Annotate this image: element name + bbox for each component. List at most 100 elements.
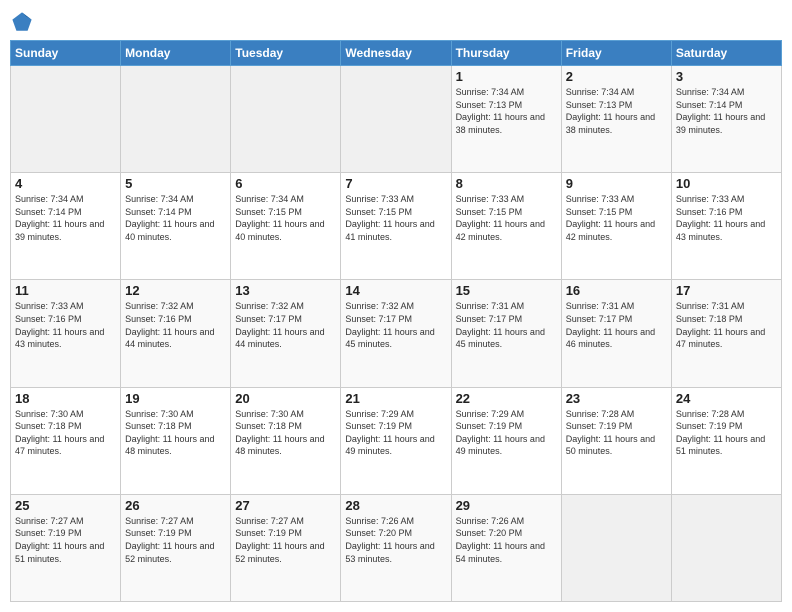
calendar-cell: 10 Sunrise: 7:33 AM Sunset: 7:16 PM Dayli… (671, 173, 781, 280)
day-number: 25 (15, 498, 116, 513)
calendar-cell: 2 Sunrise: 7:34 AM Sunset: 7:13 PM Daylig… (561, 66, 671, 173)
day-number: 24 (676, 391, 777, 406)
day-info: Sunrise: 7:32 AM Sunset: 7:17 PM Dayligh… (235, 300, 336, 350)
day-number: 16 (566, 283, 667, 298)
calendar-cell: 12 Sunrise: 7:32 AM Sunset: 7:16 PM Dayli… (121, 280, 231, 387)
header-row: SundayMondayTuesdayWednesdayThursdayFrid… (11, 41, 782, 66)
day-of-week-friday: Friday (561, 41, 671, 66)
day-info: Sunrise: 7:27 AM Sunset: 7:19 PM Dayligh… (235, 515, 336, 565)
day-info: Sunrise: 7:28 AM Sunset: 7:19 PM Dayligh… (676, 408, 777, 458)
calendar-body: 1 Sunrise: 7:34 AM Sunset: 7:13 PM Daylig… (11, 66, 782, 602)
page: SundayMondayTuesdayWednesdayThursdayFrid… (0, 0, 792, 612)
day-number: 2 (566, 69, 667, 84)
calendar-cell (11, 66, 121, 173)
calendar-cell: 9Sunrise: 7:33 AM Sunset: 7:15 PM Daylig… (561, 173, 671, 280)
calendar-cell: 23 Sunrise: 7:28 AM Sunset: 7:19 PM Dayli… (561, 387, 671, 494)
day-info: Sunrise: 7:29 AM Sunset: 7:19 PM Dayligh… (456, 408, 557, 458)
day-info: Sunrise: 7:34 AM Sunset: 7:15 PM Dayligh… (235, 193, 336, 243)
calendar-table: SundayMondayTuesdayWednesdayThursdayFrid… (10, 40, 782, 602)
calendar-cell: 14Sunrise: 7:32 AM Sunset: 7:17 PM Dayli… (341, 280, 451, 387)
calendar-cell: 27Sunrise: 7:27 AM Sunset: 7:19 PM Dayli… (231, 494, 341, 601)
day-number: 22 (456, 391, 557, 406)
day-number: 14 (345, 283, 446, 298)
day-number: 10 (676, 176, 777, 191)
calendar-cell (121, 66, 231, 173)
day-info: Sunrise: 7:33 AM Sunset: 7:15 PM Dayligh… (345, 193, 446, 243)
day-number: 5 (125, 176, 226, 191)
day-number: 11 (15, 283, 116, 298)
day-number: 1 (456, 69, 557, 84)
day-number: 13 (235, 283, 336, 298)
calendar-cell: 21Sunrise: 7:29 AM Sunset: 7:19 PM Dayli… (341, 387, 451, 494)
day-info: Sunrise: 7:33 AM Sunset: 7:16 PM Dayligh… (15, 300, 116, 350)
day-number: 6 (235, 176, 336, 191)
day-number: 29 (456, 498, 557, 513)
day-number: 8 (456, 176, 557, 191)
calendar-cell: 15 Sunrise: 7:31 AM Sunset: 7:17 PM Dayli… (451, 280, 561, 387)
calendar-cell (341, 66, 451, 173)
calendar-cell: 1 Sunrise: 7:34 AM Sunset: 7:13 PM Daylig… (451, 66, 561, 173)
day-info: Sunrise: 7:27 AM Sunset: 7:19 PM Dayligh… (15, 515, 116, 565)
calendar-cell (671, 494, 781, 601)
week-row-4: 25 Sunrise: 7:27 AM Sunset: 7:19 PM Dayli… (11, 494, 782, 601)
day-number: 23 (566, 391, 667, 406)
day-of-week-sunday: Sunday (11, 41, 121, 66)
logo (10, 10, 38, 34)
day-number: 12 (125, 283, 226, 298)
calendar-cell: 5 Sunrise: 7:34 AM Sunset: 7:14 PM Daylig… (121, 173, 231, 280)
day-info: Sunrise: 7:30 AM Sunset: 7:18 PM Dayligh… (15, 408, 116, 458)
day-info: Sunrise: 7:34 AM Sunset: 7:14 PM Dayligh… (125, 193, 226, 243)
day-number: 9 (566, 176, 667, 191)
day-info: Sunrise: 7:32 AM Sunset: 7:16 PM Dayligh… (125, 300, 226, 350)
calendar-cell: 11 Sunrise: 7:33 AM Sunset: 7:16 PM Dayli… (11, 280, 121, 387)
day-info: Sunrise: 7:26 AM Sunset: 7:20 PM Dayligh… (345, 515, 446, 565)
day-of-week-saturday: Saturday (671, 41, 781, 66)
day-info: Sunrise: 7:29 AM Sunset: 7:19 PM Dayligh… (345, 408, 446, 458)
day-of-week-monday: Monday (121, 41, 231, 66)
calendar-cell: 16 Sunrise: 7:31 AM Sunset: 7:17 PM Dayli… (561, 280, 671, 387)
day-info: Sunrise: 7:30 AM Sunset: 7:18 PM Dayligh… (235, 408, 336, 458)
day-number: 17 (676, 283, 777, 298)
day-of-week-wednesday: Wednesday (341, 41, 451, 66)
week-row-1: 4Sunrise: 7:34 AM Sunset: 7:14 PM Daylig… (11, 173, 782, 280)
day-info: Sunrise: 7:34 AM Sunset: 7:14 PM Dayligh… (676, 86, 777, 136)
day-info: Sunrise: 7:34 AM Sunset: 7:13 PM Dayligh… (456, 86, 557, 136)
day-info: Sunrise: 7:26 AM Sunset: 7:20 PM Dayligh… (456, 515, 557, 565)
day-info: Sunrise: 7:31 AM Sunset: 7:17 PM Dayligh… (456, 300, 557, 350)
day-info: Sunrise: 7:27 AM Sunset: 7:19 PM Dayligh… (125, 515, 226, 565)
calendar-cell (231, 66, 341, 173)
calendar-cell: 18 Sunrise: 7:30 AM Sunset: 7:18 PM Dayli… (11, 387, 121, 494)
calendar-cell: 4Sunrise: 7:34 AM Sunset: 7:14 PM Daylig… (11, 173, 121, 280)
day-number: 3 (676, 69, 777, 84)
header (10, 10, 782, 34)
day-number: 28 (345, 498, 446, 513)
day-number: 15 (456, 283, 557, 298)
day-number: 19 (125, 391, 226, 406)
day-info: Sunrise: 7:34 AM Sunset: 7:14 PM Dayligh… (15, 193, 116, 243)
day-of-week-thursday: Thursday (451, 41, 561, 66)
day-info: Sunrise: 7:30 AM Sunset: 7:18 PM Dayligh… (125, 408, 226, 458)
calendar-cell: 6 Sunrise: 7:34 AM Sunset: 7:15 PM Daylig… (231, 173, 341, 280)
calendar-cell: 8 Sunrise: 7:33 AM Sunset: 7:15 PM Daylig… (451, 173, 561, 280)
calendar-cell: 20 Sunrise: 7:30 AM Sunset: 7:18 PM Dayli… (231, 387, 341, 494)
day-info: Sunrise: 7:34 AM Sunset: 7:13 PM Dayligh… (566, 86, 667, 136)
day-info: Sunrise: 7:31 AM Sunset: 7:17 PM Dayligh… (566, 300, 667, 350)
day-info: Sunrise: 7:31 AM Sunset: 7:18 PM Dayligh… (676, 300, 777, 350)
calendar-cell: 28 Sunrise: 7:26 AM Sunset: 7:20 PM Dayli… (341, 494, 451, 601)
day-number: 20 (235, 391, 336, 406)
day-number: 18 (15, 391, 116, 406)
week-row-3: 18 Sunrise: 7:30 AM Sunset: 7:18 PM Dayli… (11, 387, 782, 494)
week-row-0: 1 Sunrise: 7:34 AM Sunset: 7:13 PM Daylig… (11, 66, 782, 173)
day-info: Sunrise: 7:33 AM Sunset: 7:16 PM Dayligh… (676, 193, 777, 243)
calendar-cell: 22 Sunrise: 7:29 AM Sunset: 7:19 PM Dayli… (451, 387, 561, 494)
day-number: 26 (125, 498, 226, 513)
week-row-2: 11 Sunrise: 7:33 AM Sunset: 7:16 PM Dayli… (11, 280, 782, 387)
calendar-cell: 7Sunrise: 7:33 AM Sunset: 7:15 PM Daylig… (341, 173, 451, 280)
day-info: Sunrise: 7:33 AM Sunset: 7:15 PM Dayligh… (456, 193, 557, 243)
calendar-cell: 3 Sunrise: 7:34 AM Sunset: 7:14 PM Daylig… (671, 66, 781, 173)
calendar-cell: 29 Sunrise: 7:26 AM Sunset: 7:20 PM Dayli… (451, 494, 561, 601)
calendar-header: SundayMondayTuesdayWednesdayThursdayFrid… (11, 41, 782, 66)
day-info: Sunrise: 7:28 AM Sunset: 7:19 PM Dayligh… (566, 408, 667, 458)
calendar-cell: 17 Sunrise: 7:31 AM Sunset: 7:18 PM Dayli… (671, 280, 781, 387)
logo-icon (10, 10, 34, 34)
